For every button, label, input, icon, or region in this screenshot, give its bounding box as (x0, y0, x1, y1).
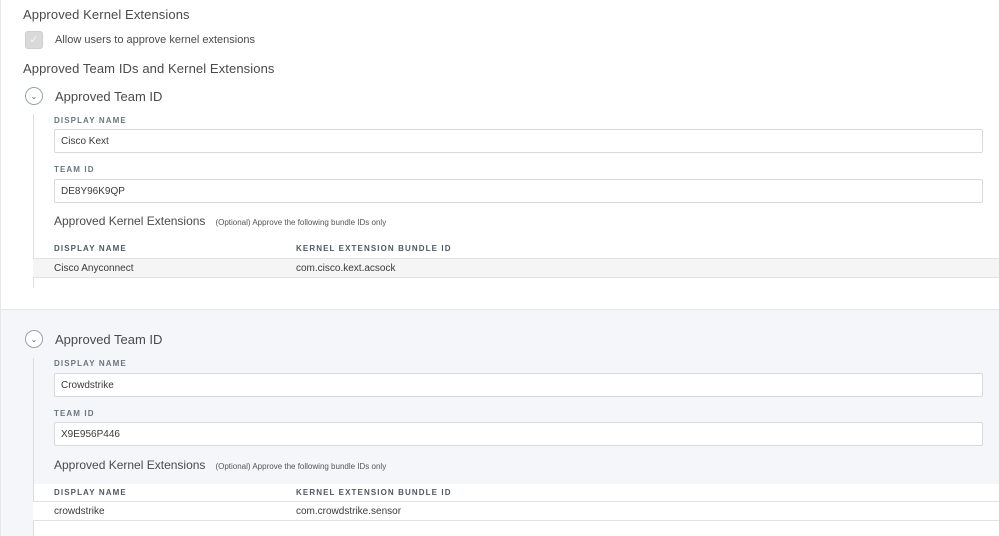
collapse-team-button[interactable]: ⌄ (25, 330, 43, 348)
row-bundle-id: com.crowdstrike.sensor (296, 506, 402, 517)
team-title: Approved Team ID (55, 332, 163, 347)
kernel-extensions-title: Approved Kernel Extensions (54, 214, 206, 228)
team-title: Approved Team ID (55, 89, 163, 104)
kernel-extensions-note: (Optional) Approve the following bundle … (215, 462, 387, 471)
team-id-field[interactable] (54, 422, 983, 446)
display-name-label: DISPLAY NAME (54, 359, 127, 368)
col-bundle-id: KERNEL EXTENSION BUNDLE ID (296, 244, 452, 253)
col-bundle-id: KERNEL EXTENSION BUNDLE ID (296, 488, 452, 497)
kernel-extensions-heading: Approved Kernel Extensions (Optional) Ap… (54, 458, 386, 472)
col-display-name: DISPLAY NAME (54, 488, 127, 497)
collapse-team-button[interactable]: ⌄ (25, 87, 43, 105)
display-name-field[interactable] (54, 373, 983, 397)
team-block-1: ⌄ Approved Team ID DISPLAY NAME TEAM ID … (1, 0, 999, 310)
row-display-name: Cisco Anyconnect (54, 263, 134, 274)
kernel-extensions-page: Approved Kernel Extensions ✓ Allow users… (0, 0, 999, 536)
chevron-down-icon: ⌄ (30, 91, 38, 101)
kernel-extensions-heading: Approved Kernel Extensions (Optional) Ap… (54, 214, 386, 228)
display-name-label: DISPLAY NAME (54, 116, 127, 125)
chevron-down-icon: ⌄ (30, 334, 38, 344)
row-bundle-id: com.cisco.kext.acsock (296, 263, 396, 274)
team-id-field[interactable] (54, 179, 983, 203)
col-display-name: DISPLAY NAME (54, 244, 127, 253)
display-name-field[interactable] (54, 129, 983, 153)
row-display-name: crowdstrike (54, 506, 105, 517)
team-id-label: TEAM ID (54, 409, 95, 418)
kernel-extensions-note: (Optional) Approve the following bundle … (215, 218, 387, 227)
team-block-2: ⌄ Approved Team ID DISPLAY NAME TEAM ID … (1, 309, 999, 536)
team-id-label: TEAM ID (54, 165, 95, 174)
kernel-extensions-title: Approved Kernel Extensions (54, 458, 206, 472)
table-row[interactable]: Cisco Anyconnect com.cisco.kext.acsock (33, 258, 999, 278)
table-row[interactable]: crowdstrike com.crowdstrike.sensor (33, 501, 999, 521)
